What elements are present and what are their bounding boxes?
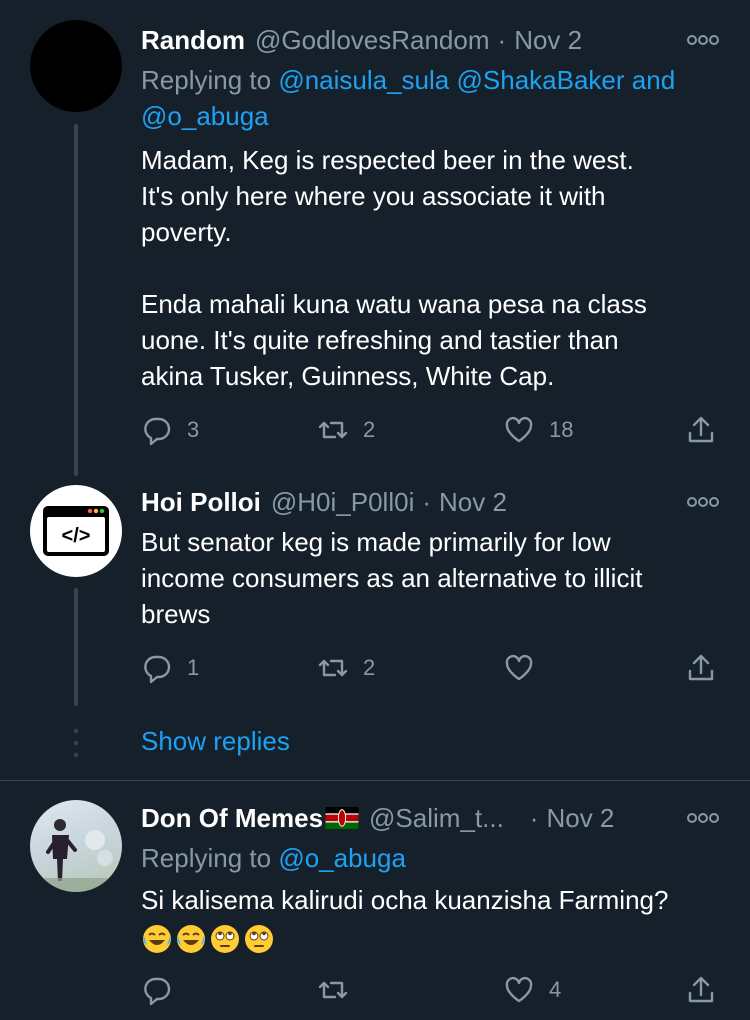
display-name[interactable]: Hoi Polloi	[141, 487, 261, 518]
display-name[interactable]: Random	[141, 25, 245, 56]
retweet-button[interactable]	[317, 970, 349, 1010]
show-replies-link[interactable]: Show replies	[141, 726, 290, 757]
face-with-tears-of-joy-icon	[177, 925, 205, 954]
retweet-icon	[318, 659, 348, 677]
retweet-button[interactable]: 2	[317, 648, 375, 688]
tweet-text-line: Enda mahali kuna watu wana pesa na class	[141, 289, 647, 319]
tweet-text-line: akina Tusker, Guinness, White Cap.	[141, 361, 555, 391]
like-button[interactable]: 18	[503, 410, 573, 450]
share-button[interactable]	[685, 970, 717, 1010]
like-count: 18	[549, 417, 574, 442]
share-icon	[688, 416, 714, 443]
tweet-text-line: Madam, Keg is respected beer in the west…	[141, 145, 634, 175]
like-count: 4	[549, 977, 562, 1002]
tweet-text-line: Si kalisema kalirudi ocha kuanzisha Farm…	[141, 885, 669, 915]
more-options-icon[interactable]	[686, 495, 720, 509]
reply-icon	[144, 977, 171, 1006]
tweet-text-line: income consumers as an alternative to il…	[141, 563, 643, 593]
tweet-text: Madam, Keg is respected beer in the west…	[141, 142, 726, 394]
share-button[interactable]	[685, 648, 717, 688]
tweet-text-line: But senator keg is made primarily for lo…	[141, 527, 611, 557]
replying-to-label: Replying to	[141, 65, 272, 95]
kenya-flag-icon	[325, 807, 359, 829]
mention-link[interactable]: @naisula_sula	[278, 65, 449, 95]
tweet-text: Si kalisema kalirudi ocha kuanzisha Farm…	[141, 882, 726, 955]
user-handle[interactable]: @H0i_P0ll0i	[271, 487, 414, 518]
divider	[0, 780, 750, 781]
separator-dot: ·	[529, 802, 539, 833]
retweet-count: 2	[363, 655, 376, 680]
user-handle[interactable]: @GodlovesRandom	[255, 25, 490, 56]
share-icon	[688, 976, 714, 1003]
retweet-icon	[318, 421, 348, 439]
retweet-icon	[318, 981, 348, 999]
avatar[interactable]	[30, 20, 122, 112]
face-with-rolling-eyes-icon	[211, 925, 239, 954]
replying-to-label: Replying to	[141, 843, 272, 873]
like-button[interactable]: 4	[503, 970, 561, 1010]
emoji-row	[141, 923, 275, 955]
mention-link[interactable]: @o_abuga	[141, 101, 269, 131]
tweet-date[interactable]: Nov 2	[439, 487, 507, 518]
reply-button[interactable]: 3	[141, 410, 199, 450]
mention-joiner[interactable]: and	[632, 65, 675, 95]
tweet-header: Hoi Polloi @H0i_P0ll0i · Nov 2	[141, 482, 720, 522]
replying-to: Replying to @naisula_sula @ShakaBaker an…	[141, 62, 726, 134]
share-icon	[688, 654, 714, 681]
heart-icon	[505, 416, 533, 443]
tweet-text-line: poverty.	[141, 217, 232, 247]
retweet-button[interactable]: 2	[317, 410, 375, 450]
tweet-date[interactable]: Nov 2	[546, 803, 614, 834]
thread-line	[74, 588, 78, 706]
tweet-actions: 1 2	[141, 648, 726, 688]
user-handle[interactable]: @Salim_t...	[369, 803, 504, 834]
separator-dot: ·	[497, 24, 507, 55]
tweet-header: Random @GodlovesRandom · Nov 2	[141, 20, 720, 60]
tweet-actions: 3 2 18	[141, 410, 726, 450]
more-replies-dots-icon	[73, 728, 79, 758]
reply-count: 3	[187, 417, 200, 442]
reply-button[interactable]	[141, 970, 173, 1010]
face-with-rolling-eyes-icon	[245, 925, 273, 954]
reply-button[interactable]: 1	[141, 648, 199, 688]
tweet-date[interactable]: Nov 2	[514, 25, 582, 56]
tweet-text-line	[141, 250, 726, 286]
more-options-icon[interactable]	[686, 811, 720, 825]
tweet-text-line: brews	[141, 599, 211, 629]
avatar[interactable]: </>	[30, 485, 122, 577]
reply-icon	[144, 417, 171, 446]
heart-icon	[505, 654, 533, 681]
tweet-text-line: uone. It's quite refreshing and tastier …	[141, 325, 619, 355]
avatar[interactable]	[30, 800, 122, 892]
face-with-tears-of-joy-icon	[143, 925, 171, 954]
replying-to: Replying to @o_abuga	[141, 840, 726, 876]
code-window-icon: </>	[43, 506, 109, 556]
thread-line	[74, 124, 78, 476]
tweet-actions: 4	[141, 970, 726, 1010]
mention-link[interactable]: @o_abuga	[278, 843, 406, 873]
person-photo-icon	[30, 819, 122, 892]
more-options-icon[interactable]	[686, 33, 720, 47]
tweet-text-line: It's only here where you associate it wi…	[141, 181, 606, 211]
display-name[interactable]: Don Of Memes	[141, 803, 323, 834]
reply-count: 1	[187, 655, 200, 680]
like-button[interactable]	[503, 648, 535, 688]
tweet-header: Don Of Memes @Salim_t... · Nov 2	[141, 798, 720, 838]
retweet-count: 2	[363, 417, 376, 442]
heart-icon	[505, 976, 533, 1003]
reply-icon	[144, 655, 171, 684]
mention-link[interactable]: @ShakaBaker	[457, 65, 625, 95]
separator-dot: ·	[422, 486, 432, 517]
tweet-text: But senator keg is made primarily for lo…	[141, 524, 726, 632]
share-button[interactable]	[685, 410, 717, 450]
avatar-code-text: </>	[62, 525, 91, 547]
